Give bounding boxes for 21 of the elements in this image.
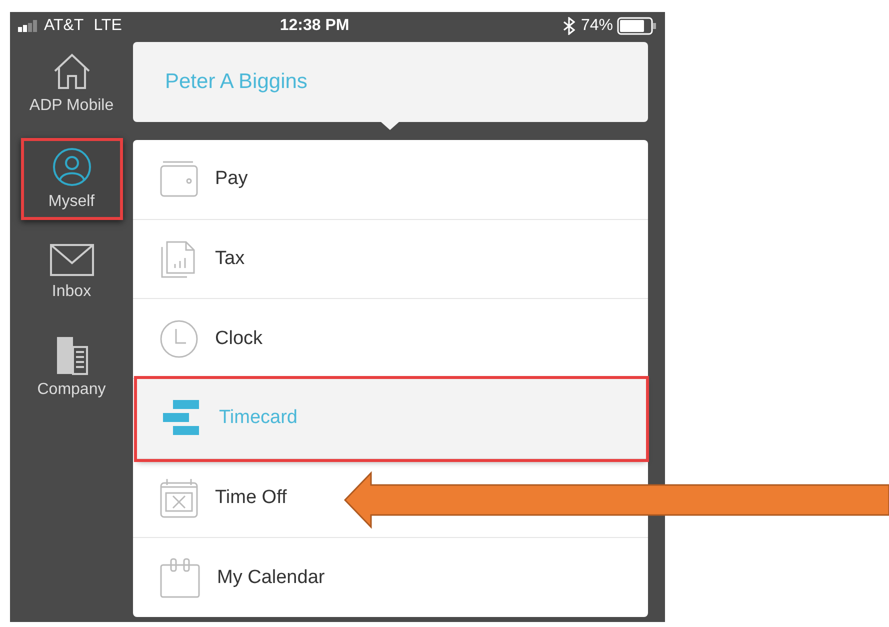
mail-icon xyxy=(48,243,94,277)
calendar-x-icon xyxy=(159,477,199,520)
signal-icon xyxy=(18,20,40,32)
menu-item[interactable]: Tax xyxy=(133,220,648,300)
sidebar-item[interactable]: Myself xyxy=(20,138,122,220)
carrier-text: AT&T xyxy=(44,17,84,35)
status-time: 12:38 PM xyxy=(280,17,350,35)
battery-percent: 74% xyxy=(580,17,613,35)
sidebar-item[interactable]: ADP Mobile xyxy=(20,42,122,124)
battery-icon xyxy=(617,17,657,35)
wallet-icon xyxy=(159,160,199,198)
person-icon xyxy=(52,147,92,187)
menu-item[interactable]: My Calendar xyxy=(133,538,648,618)
sidebar-item[interactable]: Company xyxy=(20,324,122,408)
user-name: Peter A Biggins xyxy=(165,70,308,94)
calendar-icon xyxy=(159,556,201,599)
bluetooth-icon xyxy=(562,17,575,35)
sidebar-item[interactable]: Inbox xyxy=(20,234,122,310)
clock-icon xyxy=(159,318,199,359)
menu-item[interactable]: Pay xyxy=(133,140,648,220)
network-text: LTE xyxy=(94,17,122,35)
